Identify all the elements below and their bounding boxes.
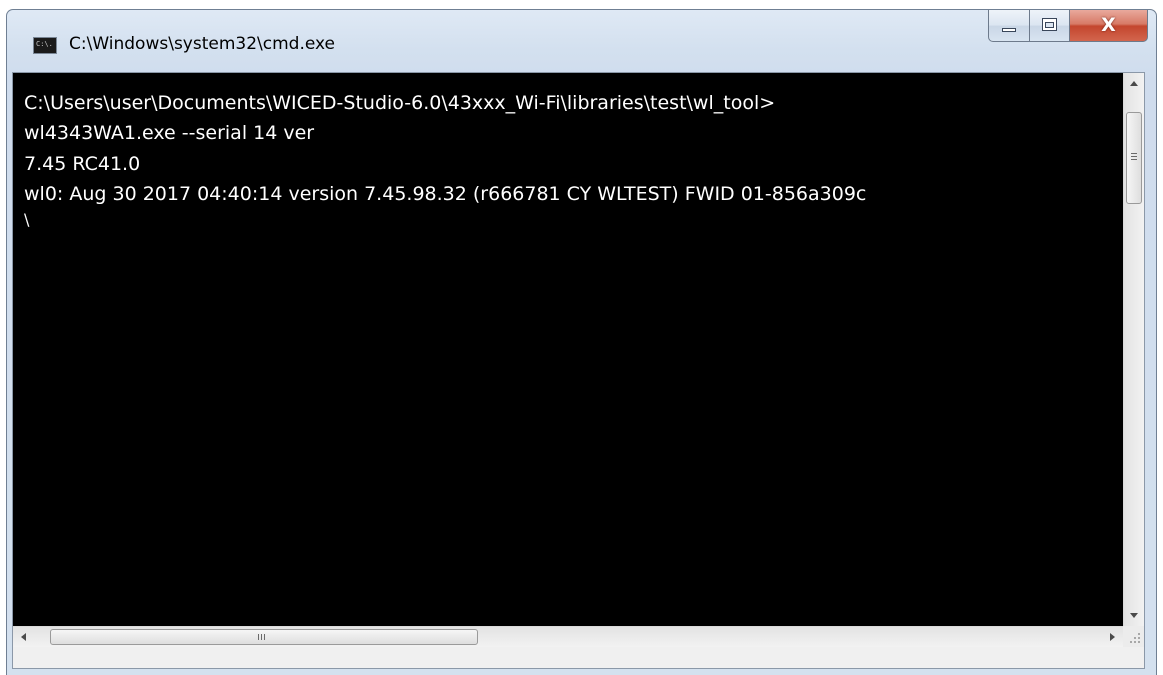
horizontal-scrollbar[interactable]: [13, 626, 1123, 647]
client-area: C:\Users\user\Documents\WICED-Studio-6.0…: [12, 72, 1145, 669]
scroll-right-arrow-icon[interactable]: [1110, 633, 1115, 641]
close-icon: X: [1101, 14, 1116, 36]
console-line: C:\Users\user\Documents\WICED-Studio-6.0…: [24, 92, 776, 114]
cmd-icon-text: C:\.: [36, 40, 53, 48]
console-line: wl4343WA1.exe --serial 14 ver: [24, 122, 315, 144]
grip-icon: [1131, 153, 1137, 160]
cmd-window: C:\. C:\Windows\system32\cmd.exe X C:\Us…: [6, 9, 1157, 675]
console-line: 7.45 RC41.0: [24, 153, 141, 175]
minimize-icon: [1002, 28, 1016, 32]
window-title: C:\Windows\system32\cmd.exe: [69, 34, 336, 54]
close-button[interactable]: X: [1070, 10, 1148, 42]
maximize-button[interactable]: [1030, 10, 1070, 42]
scroll-left-arrow-icon[interactable]: [21, 633, 26, 641]
console-output[interactable]: C:\Users\user\Documents\WICED-Studio-6.0…: [13, 73, 1123, 626]
console-cursor-line: \: [24, 210, 30, 229]
resize-grip-icon[interactable]: [1123, 626, 1144, 647]
vertical-scrollbar[interactable]: [1123, 73, 1144, 626]
scroll-up-arrow-icon[interactable]: [1130, 81, 1138, 86]
title-bar[interactable]: C:\. C:\Windows\system32\cmd.exe X: [7, 10, 1156, 72]
minimize-button[interactable]: [988, 10, 1030, 42]
horizontal-scroll-thumb[interactable]: [50, 629, 478, 645]
console-line: wl0: Aug 30 2017 04:40:14 version 7.45.9…: [24, 183, 867, 205]
caption-buttons: X: [988, 10, 1148, 42]
grip-icon: [258, 634, 265, 640]
vertical-scroll-thumb[interactable]: [1126, 112, 1142, 204]
scroll-down-arrow-icon[interactable]: [1130, 613, 1138, 618]
cmd-icon[interactable]: C:\.: [33, 37, 57, 54]
maximize-icon: [1042, 18, 1057, 31]
